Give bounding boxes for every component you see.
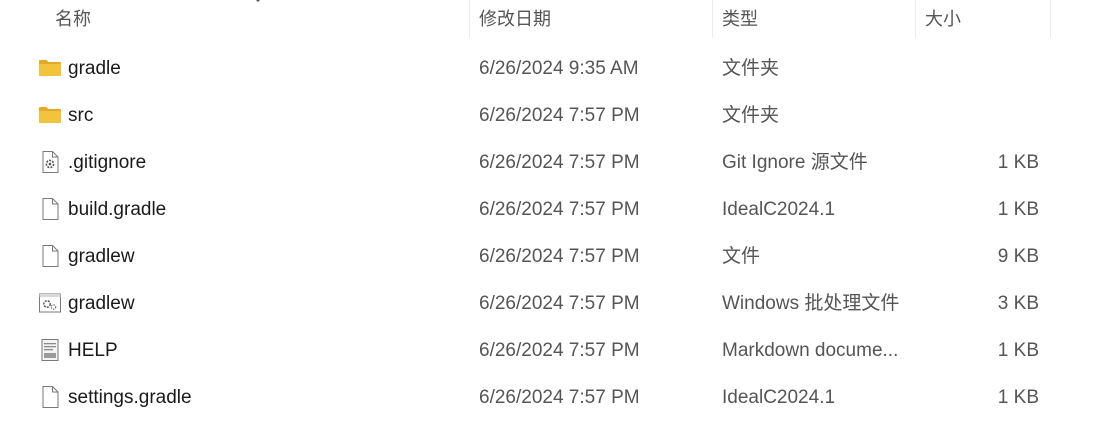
file-date-modified: 6/26/2024 9:35 AM bbox=[479, 58, 639, 79]
file-size bbox=[916, 45, 1039, 92]
file-size bbox=[916, 92, 1039, 139]
file-name: build.gradle bbox=[68, 199, 167, 220]
file-date-modified: 6/26/2024 7:57 PM bbox=[479, 105, 640, 126]
file-row[interactable]: src 6/26/2024 7:57 PM 文件夹 bbox=[0, 92, 1095, 139]
file-type: 文件夹 bbox=[722, 58, 780, 79]
column-header-type[interactable]: 类型 bbox=[713, 0, 916, 38]
file-row[interactable]: gradle 6/26/2024 9:35 AM 文件夹 bbox=[0, 45, 1095, 92]
column-divider[interactable] bbox=[712, 0, 713, 38]
file-type: 文件 bbox=[722, 246, 761, 267]
file-row[interactable]: gradlew 6/26/2024 7:57 PM Windows 批处理文件 3 K… bbox=[0, 280, 1095, 327]
file-name: gradlew bbox=[68, 293, 135, 314]
file-size: 1 KB bbox=[997, 152, 1039, 173]
file-icon bbox=[38, 385, 62, 409]
batch-file-icon bbox=[38, 291, 62, 315]
column-header-size[interactable]: 大小 bbox=[916, 0, 1050, 38]
file-type: Windows 批处理文件 bbox=[722, 293, 900, 314]
file-size: 1 KB bbox=[997, 199, 1039, 220]
file-size: 3 KB bbox=[997, 293, 1039, 314]
folder-icon bbox=[38, 56, 62, 80]
file-date-modified: 6/26/2024 7:57 PM bbox=[479, 387, 640, 408]
file-row[interactable]: gradlew 6/26/2024 7:57 PM 文件 9 KB bbox=[0, 233, 1095, 280]
file-type: Markdown docume... bbox=[722, 340, 899, 361]
file-date-modified: 6/26/2024 7:57 PM bbox=[479, 293, 640, 314]
file-name: gradlew bbox=[68, 246, 135, 267]
markdown-file-icon bbox=[38, 338, 62, 362]
file-row[interactable]: build.gradle 6/26/2024 7:57 PM IdealC2024.… bbox=[0, 186, 1095, 233]
file-icon bbox=[38, 197, 62, 221]
config-file-icon bbox=[38, 150, 62, 174]
file-size: 1 KB bbox=[997, 387, 1039, 408]
file-name: HELP bbox=[68, 340, 118, 361]
sort-chevron-icon bbox=[256, 0, 260, 2]
file-type: IdealC2024.1 bbox=[722, 199, 836, 220]
file-name: gradle bbox=[68, 58, 121, 79]
file-row[interactable]: HELP 6/26/2024 7:57 PM Markdown docume... 1… bbox=[0, 327, 1095, 374]
column-header-date-modified[interactable]: 修改日期 bbox=[470, 0, 713, 38]
file-size: 1 KB bbox=[997, 340, 1039, 361]
folder-icon bbox=[38, 103, 62, 127]
file-list: gradle 6/26/2024 9:35 AM 文件夹 src 6/26/2024 7… bbox=[0, 45, 1095, 421]
file-date-modified: 6/26/2024 7:57 PM bbox=[479, 246, 640, 267]
file-type: Git Ignore 源文件 bbox=[722, 152, 868, 173]
column-divider[interactable] bbox=[469, 0, 470, 38]
file-explorer-list: 名称 修改日期 类型 大小 gradle 6/26/2024 9:35 AM 文件夹… bbox=[0, 0, 1095, 440]
file-icon bbox=[38, 244, 62, 268]
file-type: IdealC2024.1 bbox=[722, 387, 836, 408]
file-size: 9 KB bbox=[997, 246, 1039, 267]
file-type: 文件夹 bbox=[722, 105, 780, 126]
file-name: .gitignore bbox=[68, 152, 147, 173]
file-date-modified: 6/26/2024 7:57 PM bbox=[479, 340, 640, 361]
file-row[interactable]: settings.gradle 6/26/2024 7:57 PM IdealC20… bbox=[0, 374, 1095, 421]
file-name: settings.gradle bbox=[68, 387, 192, 408]
column-divider[interactable] bbox=[1050, 0, 1051, 38]
column-header: 名称 修改日期 类型 大小 bbox=[0, 0, 1095, 38]
column-divider[interactable] bbox=[915, 0, 916, 38]
file-row[interactable]: .gitignore 6/26/2024 7:57 PM Git Ignore 源文… bbox=[0, 139, 1095, 186]
file-date-modified: 6/26/2024 7:57 PM bbox=[479, 199, 640, 220]
file-date-modified: 6/26/2024 7:57 PM bbox=[479, 152, 640, 173]
file-name: src bbox=[68, 105, 94, 126]
